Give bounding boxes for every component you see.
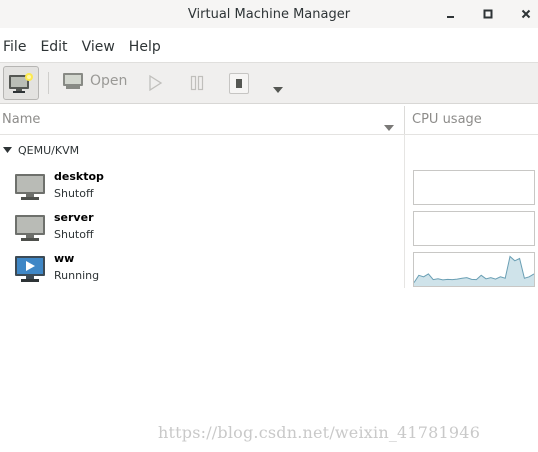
shutdown-button[interactable] xyxy=(229,73,249,94)
pause-button[interactable] xyxy=(189,75,205,95)
menu-edit[interactable]: Edit xyxy=(37,39,73,55)
toolbar: Open xyxy=(0,62,538,104)
connection-row[interactable]: QEMU/KVM xyxy=(0,142,79,158)
vm-name: desktop xyxy=(54,170,104,183)
monitor-running-icon xyxy=(15,256,45,282)
column-header-name[interactable]: Name xyxy=(2,112,40,127)
cpu-usage-sparkline xyxy=(413,255,535,286)
minimize-button[interactable] xyxy=(443,6,459,22)
cpu-usage-area xyxy=(414,256,534,286)
column-separator[interactable] xyxy=(404,106,405,134)
vm-row-desktop[interactable]: desktop Shutoff xyxy=(0,170,538,206)
run-button[interactable] xyxy=(147,74,163,95)
pause-icon xyxy=(190,75,204,91)
menu-file[interactable]: File xyxy=(0,39,32,55)
watermark: https://blog.csdn.net/weixin_41781946 xyxy=(158,423,481,442)
monitor-off-icon xyxy=(15,215,45,241)
cpu-usage-graph xyxy=(413,252,535,287)
chevron-down-icon xyxy=(273,87,283,93)
cpu-usage-graph xyxy=(413,211,535,246)
play-icon xyxy=(149,74,163,92)
vm-row-ww[interactable]: ww Running xyxy=(0,252,538,288)
connection-label: QEMU/KVM xyxy=(18,143,80,157)
maximize-icon xyxy=(483,9,493,19)
column-header-cpu[interactable]: CPU usage xyxy=(412,112,482,127)
list-header: Name CPU usage xyxy=(0,106,538,135)
open-button[interactable]: Open xyxy=(62,72,127,90)
vm-status: Running xyxy=(54,269,100,282)
shutdown-dropdown[interactable] xyxy=(272,79,284,98)
monitor-off-icon xyxy=(15,174,45,200)
window-title: Virtual Machine Manager xyxy=(187,6,351,22)
new-vm-button[interactable] xyxy=(3,66,39,100)
title-bar: Virtual Machine Manager xyxy=(0,0,538,28)
sort-down-icon[interactable] xyxy=(384,117,394,136)
menu-help[interactable]: Help xyxy=(126,39,167,55)
expander-icon[interactable] xyxy=(3,146,12,154)
open-vm-icon xyxy=(63,73,83,89)
vm-name: ww xyxy=(54,252,75,265)
vm-name: server xyxy=(54,211,94,224)
toolbar-separator xyxy=(48,72,49,94)
new-vm-icon xyxy=(9,73,33,93)
open-button-label: Open xyxy=(90,73,128,89)
vm-row-server[interactable]: server Shutoff xyxy=(0,211,538,247)
maximize-button[interactable] xyxy=(480,6,496,22)
menu-view[interactable]: View xyxy=(79,39,121,55)
close-button[interactable] xyxy=(518,6,534,22)
cpu-usage-graph xyxy=(413,170,535,205)
menu-bar: File Edit View Help xyxy=(0,34,538,60)
vm-status: Shutoff xyxy=(54,187,94,200)
shutdown-icon xyxy=(236,78,242,88)
vm-status: Shutoff xyxy=(54,228,94,241)
minimize-icon xyxy=(447,16,454,18)
close-icon xyxy=(521,9,531,19)
